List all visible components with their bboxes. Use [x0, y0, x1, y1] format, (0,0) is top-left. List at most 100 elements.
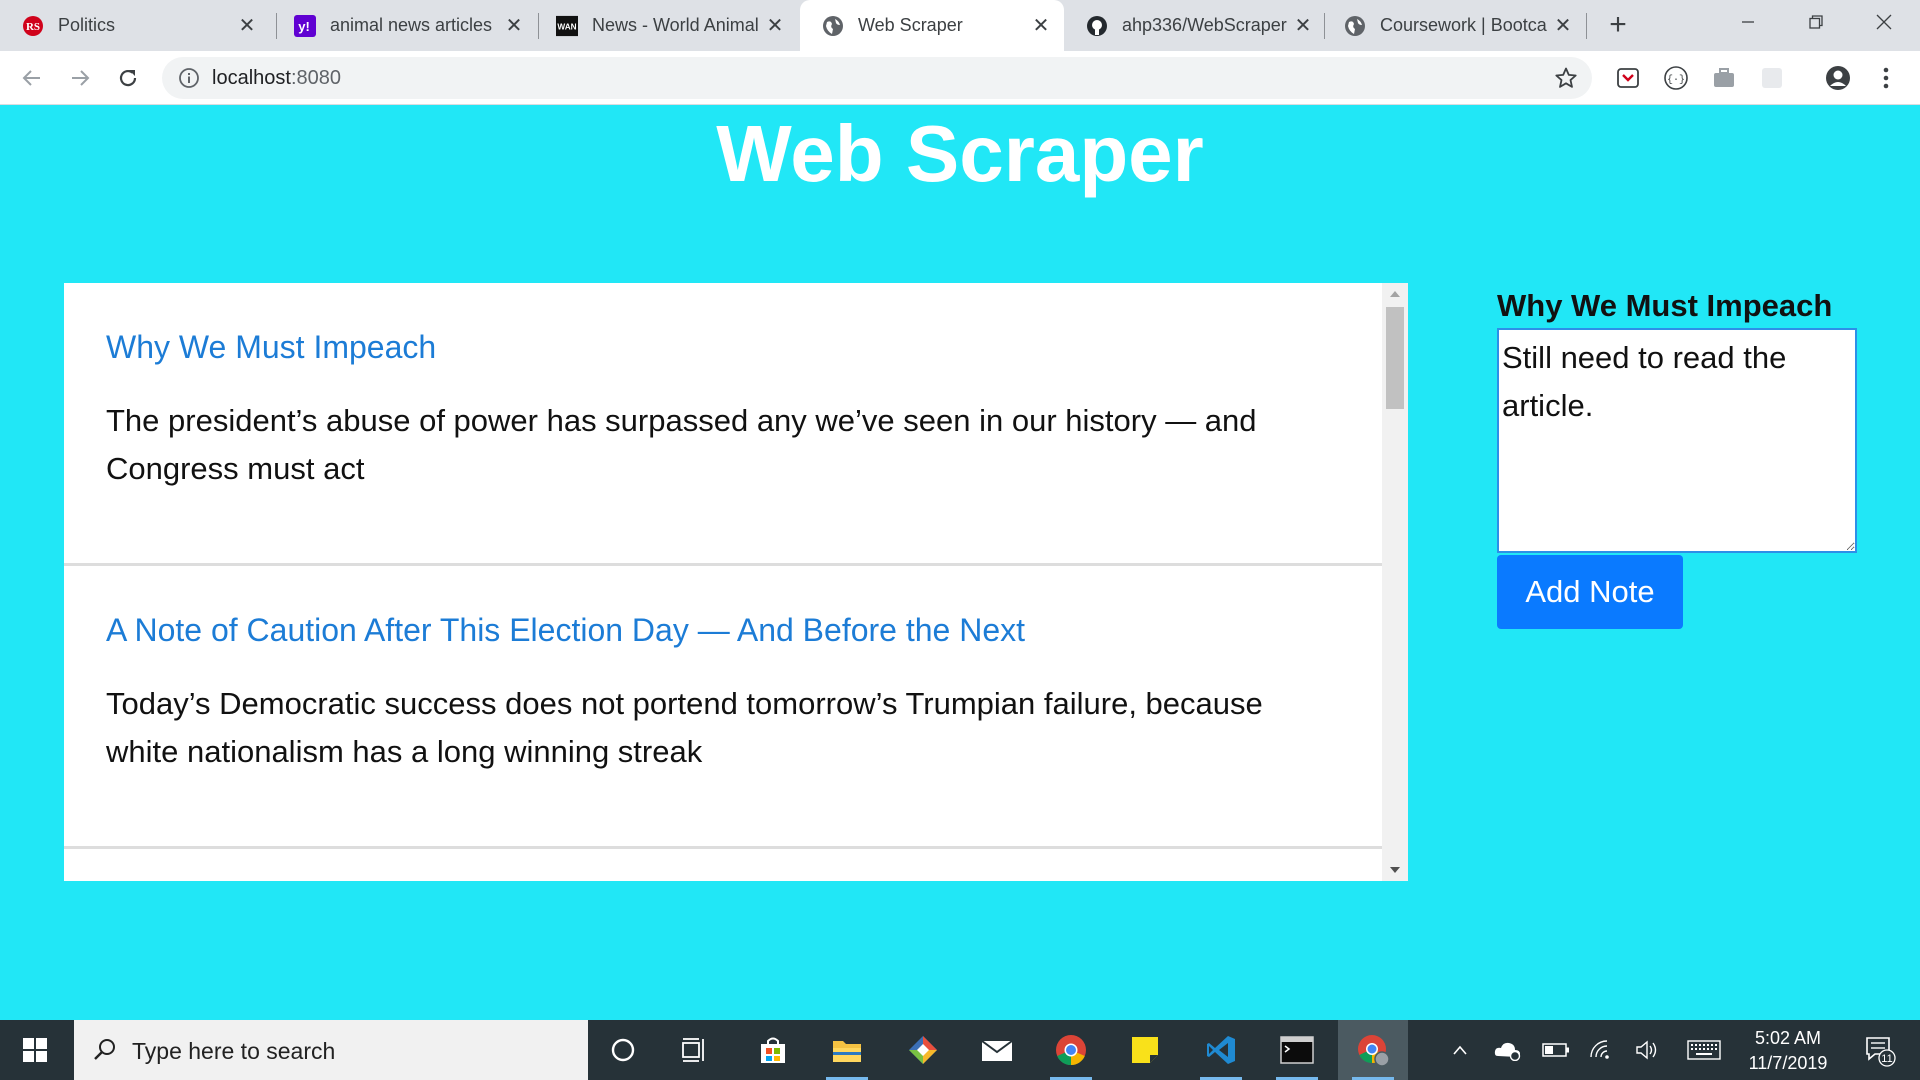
onedrive-tray-button[interactable]: [1488, 1020, 1528, 1080]
article-title-link[interactable]: Why We Must Impeach: [106, 327, 1342, 367]
close-icon[interactable]: ✕: [760, 13, 790, 38]
close-icon: [1876, 14, 1892, 30]
globe-icon: [1344, 15, 1366, 37]
search-icon: [92, 1037, 118, 1068]
system-clock[interactable]: 5:02 AM 11/7/2019: [1728, 1020, 1848, 1080]
extension-placeholder-icon[interactable]: [1758, 64, 1786, 92]
address-bar[interactable]: localhost:8080: [162, 57, 1592, 99]
article-title-link[interactable]: A Note of Caution After This Election Da…: [106, 610, 1342, 650]
battery-tray-button[interactable]: [1538, 1020, 1574, 1080]
close-icon[interactable]: ✕: [1026, 13, 1056, 38]
article-card: [64, 849, 1382, 881]
start-button[interactable]: [0, 1020, 70, 1080]
cortana-icon: [611, 1038, 635, 1062]
wifi-tray-button[interactable]: [1584, 1020, 1620, 1080]
scroll-up-arrow-icon[interactable]: [1390, 291, 1400, 297]
speaker-icon: [1636, 1040, 1657, 1060]
action-center-button[interactable]: 11: [1850, 1020, 1910, 1080]
forward-button[interactable]: [62, 60, 98, 96]
tab-coursework[interactable]: Coursework | Bootcamp ✕: [1322, 0, 1586, 51]
svg-text:WAN: WAN: [557, 22, 576, 31]
mail-button[interactable]: [962, 1020, 1032, 1080]
tab-title: Coursework | Bootcamp: [1380, 15, 1548, 35]
vscode-button[interactable]: [1186, 1020, 1256, 1080]
scroll-down-arrow-icon[interactable]: [1390, 867, 1400, 873]
restore-icon: [1809, 15, 1823, 29]
windows-taskbar: Type here to search 5:02 AM 11/7/2019 11: [0, 1020, 1920, 1080]
add-note-button[interactable]: Add Note: [1497, 555, 1683, 629]
mail-icon: [981, 1040, 1013, 1061]
article-card: Why We Must Impeach The president’s abus…: [64, 283, 1382, 566]
note-panel: Why We Must Impeach Still need to read t…: [1497, 286, 1857, 629]
terminal-icon: [1280, 1036, 1314, 1064]
tab-strip: RS Politics ✕ y! animal news articles ✕ …: [0, 0, 1920, 51]
close-icon[interactable]: ✕: [499, 13, 529, 38]
rolling-stone-icon: RS: [22, 15, 44, 37]
reload-button[interactable]: [110, 60, 146, 96]
git-kraken-button[interactable]: [888, 1020, 958, 1080]
show-hidden-icons-button[interactable]: [1446, 1020, 1474, 1080]
browser-menu-icon[interactable]: [1872, 64, 1900, 92]
note-heading: Why We Must Impeach: [1497, 288, 1833, 323]
file-explorer-button[interactable]: [812, 1020, 882, 1080]
back-button[interactable]: [14, 60, 50, 96]
touch-keyboard-button[interactable]: [1682, 1020, 1726, 1080]
pocket-extension-icon[interactable]: [1614, 64, 1642, 92]
article-summary: The president’s abuse of power has surpa…: [106, 403, 1257, 486]
article-list[interactable]: Why We Must Impeach The president’s abus…: [64, 283, 1408, 881]
chrome-button[interactable]: [1036, 1020, 1106, 1080]
browser-toolbar: localhost:8080 {·}: [0, 51, 1920, 105]
chevron-up-icon: [1453, 1045, 1467, 1055]
url-host: localhost: [212, 67, 291, 89]
note-textarea[interactable]: Still need to read the article.: [1497, 328, 1857, 553]
search-placeholder: Type here to search: [132, 1038, 336, 1064]
tab-github-webscraper[interactable]: ahp336/WebScraper ✕: [1064, 0, 1326, 51]
close-icon[interactable]: ✕: [1548, 13, 1578, 38]
info-icon[interactable]: [178, 67, 200, 94]
url-port: :8080: [290, 67, 341, 89]
close-icon[interactable]: ✕: [232, 13, 262, 38]
scrollbar-thumb[interactable]: [1386, 307, 1404, 409]
terminal-button[interactable]: [1262, 1020, 1332, 1080]
json-viewer-extension-icon[interactable]: {·}: [1662, 64, 1690, 92]
profile-avatar-icon[interactable]: [1824, 64, 1852, 92]
store-icon: [761, 1037, 785, 1063]
wan-icon: WAN: [556, 15, 578, 37]
cortana-button[interactable]: [588, 1020, 658, 1080]
sticky-note-icon: [1132, 1037, 1158, 1063]
bookmark-star-icon[interactable]: [1554, 66, 1578, 95]
github-icon: [1086, 15, 1108, 37]
sticky-notes-button[interactable]: [1110, 1020, 1180, 1080]
minimize-button[interactable]: [1718, 0, 1778, 44]
tab-animal-news[interactable]: y! animal news articles ✕: [272, 0, 537, 51]
forward-arrow-icon: [72, 70, 90, 86]
chrome-active-button[interactable]: [1338, 1020, 1408, 1080]
tab-title: Web Scraper: [858, 15, 963, 35]
microsoft-store-button[interactable]: [738, 1020, 808, 1080]
close-icon[interactable]: ✕: [1288, 13, 1318, 38]
article-summary: Today’s Democratic success does not port…: [106, 686, 1263, 769]
yahoo-icon: y!: [294, 14, 316, 37]
taskbar-search-box[interactable]: Type here to search: [74, 1020, 588, 1080]
tab-web-scraper[interactable]: Web Scraper ✕: [800, 0, 1064, 51]
battery-icon: [1542, 1043, 1569, 1057]
globe-icon: [822, 15, 844, 37]
onedrive-sync-icon: [1494, 1042, 1521, 1061]
folder-icon: [833, 1041, 861, 1062]
tab-world-animal-news[interactable]: WAN News - World Animal ✕: [534, 0, 798, 51]
tab-politics[interactable]: RS Politics ✕: [0, 0, 270, 51]
page-title: Web Scraper: [716, 109, 1204, 198]
new-tab-button[interactable]: +: [1600, 4, 1636, 46]
svg-text:RS: RS: [26, 21, 40, 33]
chrome-profile-icon: [1358, 1035, 1390, 1067]
url-text: localhost:8080: [212, 57, 341, 99]
restore-button[interactable]: [1786, 0, 1846, 44]
task-view-button[interactable]: [660, 1020, 730, 1080]
task-view-icon: [682, 1038, 704, 1062]
article-list-scrollbar[interactable]: [1382, 283, 1408, 881]
briefcase-extension-icon[interactable]: [1710, 64, 1738, 92]
back-arrow-icon: [22, 70, 40, 86]
close-window-button[interactable]: [1854, 0, 1914, 44]
volume-tray-button[interactable]: [1630, 1020, 1666, 1080]
svg-text:y!: y!: [298, 19, 310, 34]
